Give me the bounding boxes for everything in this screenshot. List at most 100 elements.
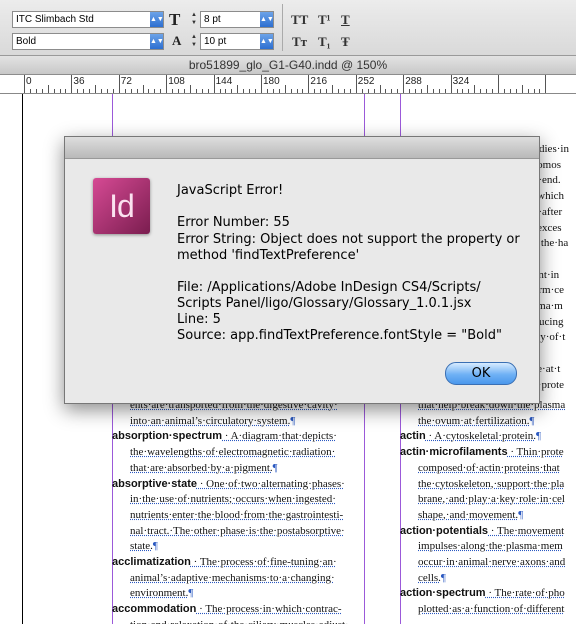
error-file-cont: Scripts Panel/ligo/Glossary/Glossary_1.0… xyxy=(177,296,472,311)
error-string: Error String: Object does not support th… xyxy=(177,232,520,247)
glossary-definition: brane,·and·play·a·key·role·in·cel xyxy=(418,493,565,506)
glossary-definition: · The·rate·of·pho xyxy=(485,587,565,600)
glossary-text-line: brane,·and·play·a·key·role·in·cel xyxy=(418,492,565,508)
pilcrow-icon: ¶ xyxy=(440,571,446,584)
glossary-text-line: in·the·use·of·nutrients;·occurs·when·ing… xyxy=(130,492,336,508)
ruler-tick xyxy=(480,89,482,93)
ruler-tick xyxy=(415,89,417,93)
glossary-text-line: cells.¶ xyxy=(418,571,446,587)
font-size-icon: T xyxy=(169,10,181,29)
strikethrough-button[interactable]: Ŧ xyxy=(341,34,350,50)
ruler-tick xyxy=(533,89,535,93)
chevron-updown-icon: ▲▼ xyxy=(150,34,164,49)
glossary-text-line: the·cytoskeleton,·support·the·pla xyxy=(418,477,564,493)
glossary-definition: in·the·use·of·nutrients;·occurs·when·ing… xyxy=(130,493,336,506)
ruler-tick xyxy=(420,89,422,93)
horizontal-ruler[interactable]: 0 36 72 108 144 180 216 252 288 324 xyxy=(0,75,576,94)
font-size-value: 8 pt xyxy=(204,14,221,25)
glossary-definition: cells. xyxy=(418,571,441,584)
ruler-tick xyxy=(492,89,494,93)
document-title: bro51899_glo_G1-G40.indd @ 150% xyxy=(0,56,576,75)
ruler-tick xyxy=(160,89,162,93)
glossary-definition: state. xyxy=(130,540,153,553)
ruler-tick xyxy=(53,89,55,93)
ruler-tick xyxy=(130,89,132,93)
glossary-text-line: the·ovum·at·fertilization.¶ xyxy=(418,414,534,430)
glossary-definition: plotted·as·a·function·of·different xyxy=(418,603,565,616)
ok-button[interactable]: OK xyxy=(445,362,517,385)
glossary-text-line: plotted·as·a·function·of·different xyxy=(418,602,564,618)
ruler-label: 180 xyxy=(263,76,280,87)
ruler-tick xyxy=(444,89,446,93)
ruler-tick xyxy=(474,85,476,93)
ruler-tick xyxy=(112,89,114,93)
glossary-term: action·potentials xyxy=(400,524,489,537)
ruler-tick xyxy=(284,85,286,93)
pilcrow-icon: ¶ xyxy=(518,508,524,521)
ruler-tick xyxy=(207,89,209,93)
subscript-button[interactable]: T₁ xyxy=(318,34,331,50)
ruler-tick xyxy=(35,89,37,93)
glossary-text-line: tion·and·relaxation·of·the·ciliary·muscl… xyxy=(130,618,349,624)
glossary-entry: absorption·spectrum · A·diagram·that·dep… xyxy=(112,429,337,445)
ruler-tick xyxy=(47,85,49,93)
ruler-tick xyxy=(503,89,505,93)
ruler-tick xyxy=(65,89,67,93)
glossary-entry: accommodation · The·process·in·which·con… xyxy=(112,602,342,618)
ruler-tick xyxy=(296,89,298,93)
glossary-definition: · The·process·in·which·contrac- xyxy=(196,603,342,616)
font-style-dropdown[interactable]: Bold ▲▼ xyxy=(12,33,164,50)
glossary-entry: actin · A·cytoskeletal·protein.¶ xyxy=(400,429,541,445)
ruler-tick xyxy=(213,75,215,93)
error-heading: JavaScript Error! xyxy=(177,183,284,198)
leading-field[interactable]: 10 pt ▲▼ xyxy=(200,33,274,50)
ruler-tick xyxy=(438,89,440,93)
ruler-tick xyxy=(219,89,221,93)
ruler-tick xyxy=(521,85,523,93)
glossary-definition: · One·of·two·alternating·phases· xyxy=(196,477,345,490)
page-edge xyxy=(22,94,23,624)
ruler-tick xyxy=(468,89,470,93)
ruler-tick xyxy=(118,75,120,93)
control-panel: ITC Slimbach Std ▲▼ Bold ▲▼ T ▲ ▼ 8 pt ▲▼… xyxy=(0,0,576,56)
superscript-button[interactable]: T¹ xyxy=(318,12,331,28)
ruler-tick xyxy=(432,89,434,93)
small-caps-button[interactable]: Tт xyxy=(292,34,307,50)
glossary-definition: environment. xyxy=(130,587,189,600)
ruler-tick xyxy=(385,89,387,93)
underline-button[interactable]: T xyxy=(341,12,350,28)
ruler-tick xyxy=(349,89,351,93)
ruler-label: 108 xyxy=(168,76,185,87)
font-family-dropdown[interactable]: ITC Slimbach Std ▲▼ xyxy=(12,11,164,28)
error-source: Source: app.findTextPreference.fontStyle… xyxy=(177,328,502,343)
ruler-tick xyxy=(509,89,511,93)
all-caps-button[interactable]: TT xyxy=(291,12,308,28)
ruler-tick xyxy=(101,89,103,93)
error-string-cont: method 'findTextPreference' xyxy=(177,248,360,263)
ruler-label: 36 xyxy=(73,76,85,87)
pilcrow-icon: ¶ xyxy=(290,414,296,427)
font-size-stepper[interactable]: ▲ ▼ xyxy=(190,11,198,28)
leading-icon: A xyxy=(172,33,182,48)
pilcrow-icon: ¶ xyxy=(188,587,194,600)
ruler-tick xyxy=(527,89,529,93)
ruler-tick xyxy=(498,75,499,93)
glossary-text-line: environment.¶ xyxy=(130,586,193,602)
chevron-updown-icon: ▲▼ xyxy=(260,12,274,27)
glossary-definition: shape,·and·movement. xyxy=(418,508,519,521)
glossary-entry: absorptive·state · One·of·two·alternatin… xyxy=(112,477,345,493)
ruler-label: 252 xyxy=(357,76,375,87)
ruler-tick xyxy=(391,89,393,93)
glossary-definition: impulses·along·the·plasma·mem xyxy=(418,540,563,553)
ruler-tick xyxy=(29,89,31,93)
leading-stepper[interactable]: ▲ ▼ xyxy=(190,33,198,50)
glossary-text-line: animal’s·adaptive·mechanisms·to·a·changi… xyxy=(130,571,335,587)
glossary-definition: · A·cytoskeletal·protein. xyxy=(425,430,536,443)
ruler-tick xyxy=(95,85,97,93)
ruler-tick xyxy=(59,89,61,93)
ruler-tick xyxy=(456,89,458,93)
glossary-definition: · The·movement xyxy=(488,524,565,537)
font-size-field[interactable]: 8 pt ▲▼ xyxy=(200,11,274,28)
glossary-definition: nutrients·enter·the·blood·from·the·gastr… xyxy=(130,508,344,521)
ruler-tick xyxy=(320,89,322,93)
